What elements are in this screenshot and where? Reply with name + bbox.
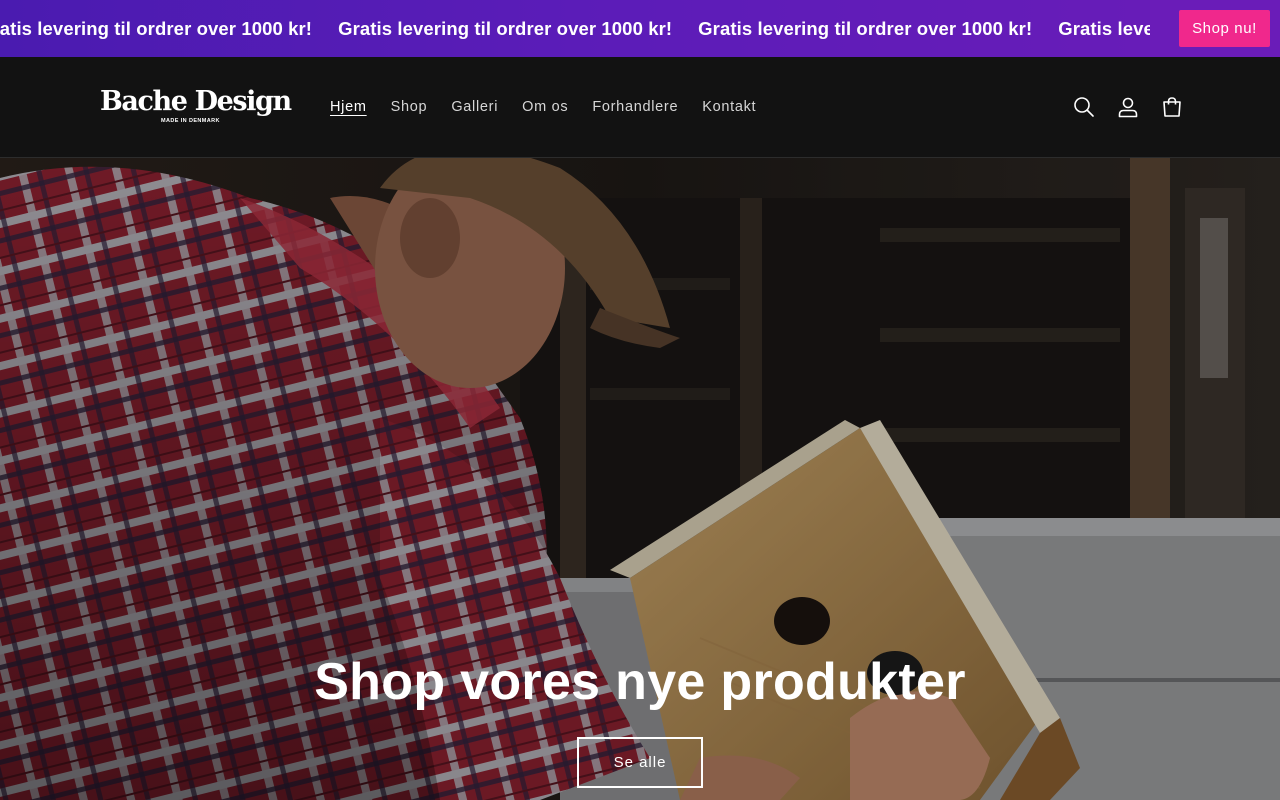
- nav-item-om-os[interactable]: Om os: [510, 95, 580, 119]
- shop-now-button[interactable]: Shop nu!: [1179, 10, 1270, 47]
- announcement-text: Gratis levering til ordrer over 1000 kr!: [0, 17, 313, 39]
- account-icon[interactable]: [1106, 85, 1150, 129]
- main-nav: Hjem Shop Galleri Om os Forhandlere Kont…: [318, 95, 768, 119]
- logo-subtext: MADE IN DENMARK: [161, 118, 220, 124]
- hero-title: Shop vores nye produkter: [314, 653, 966, 711]
- logo-text: Bache Design: [100, 86, 292, 117]
- announcement-bar: Gratis levering til ordrer over 1000 kr!…: [0, 0, 1280, 57]
- hero-banner: Shop vores nye produkter Se alle: [0, 158, 1280, 800]
- logo[interactable]: Bache Design MADE IN DENMARK: [100, 86, 292, 127]
- cart-icon[interactable]: [1150, 85, 1194, 129]
- nav-item-shop[interactable]: Shop: [379, 95, 440, 119]
- announcement-marquee: Gratis levering til ordrer over 1000 kr!…: [0, 0, 1280, 57]
- announcement-text: Gratis levering til ordrer over 1000 kr!: [698, 17, 1033, 39]
- see-all-button[interactable]: Se alle: [577, 737, 703, 788]
- nav-item-hjem[interactable]: Hjem: [318, 95, 379, 119]
- nav-item-forhandlere[interactable]: Forhandlere: [580, 95, 690, 119]
- search-icon[interactable]: [1062, 85, 1106, 129]
- nav-item-galleri[interactable]: Galleri: [439, 95, 510, 119]
- header-icons: [1062, 85, 1194, 129]
- announcement-text: Gratis levering til ordrer over 1000 kr!: [338, 17, 673, 39]
- nav-item-kontakt[interactable]: Kontakt: [690, 95, 768, 119]
- site-header: Bache Design MADE IN DENMARK Hjem Shop G…: [0, 57, 1280, 158]
